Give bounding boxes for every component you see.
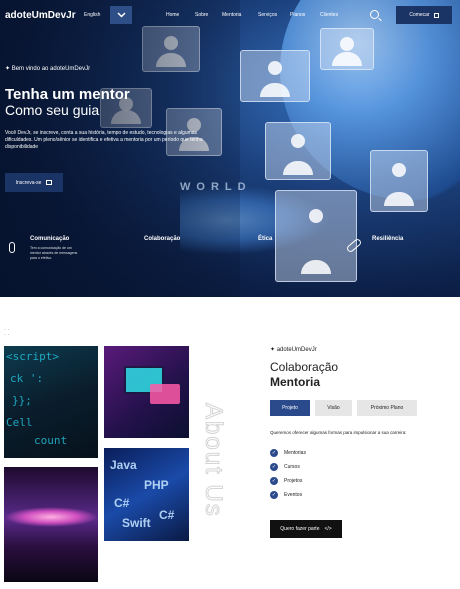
feature-etica: Ética bbox=[258, 236, 272, 242]
feature-title: Ética bbox=[258, 236, 273, 242]
list-item: ✓ Eventos bbox=[270, 491, 303, 499]
languages-image: Java PHP C# Swift C# bbox=[104, 448, 189, 541]
profile-card bbox=[320, 28, 374, 70]
feature-title: Comunicação bbox=[30, 236, 70, 242]
laptop-image bbox=[104, 346, 189, 438]
nav-link-planos[interactable]: Planos bbox=[290, 12, 305, 18]
check-icon: ✓ bbox=[270, 463, 278, 471]
enter-icon bbox=[433, 12, 439, 18]
profile-card bbox=[275, 190, 357, 282]
nav-link-sobre[interactable]: Sobre bbox=[195, 12, 208, 18]
monitor-icon bbox=[46, 180, 53, 185]
world-background-text: WORLD bbox=[180, 181, 252, 193]
code-image: <script> ck ': }}; Cell count bbox=[4, 346, 98, 458]
event-image bbox=[4, 467, 98, 582]
about-brand: ✦ adoteUmDevJr bbox=[270, 347, 317, 353]
feature-title: Colaboração bbox=[144, 236, 181, 242]
hero-subtitle: Como seu guia bbox=[5, 102, 100, 118]
list-item: ✓ Projetos bbox=[270, 477, 303, 485]
join-button-label: Quero fazer parte bbox=[280, 526, 320, 532]
hero-title: Tenha um mentor bbox=[5, 86, 130, 103]
signup-button-label: Inscreva-se bbox=[15, 179, 42, 186]
language-selector[interactable]: English bbox=[84, 12, 100, 18]
menu-toggle-button[interactable] bbox=[110, 6, 132, 24]
profile-card bbox=[265, 122, 331, 180]
code-icon: </> bbox=[324, 526, 332, 532]
hero-description: Você DevJr, se inscreve, conta a sua his… bbox=[5, 130, 203, 150]
feature-comunicacao: Comunicação Tem a comunicação de um ment… bbox=[30, 236, 80, 261]
tab-visao[interactable]: Visão bbox=[315, 400, 352, 416]
login-button-label: Comecar bbox=[409, 12, 430, 18]
feature-title: Resiliência bbox=[372, 236, 404, 242]
feature-desc: Tem a comunicação de um mentor através d… bbox=[30, 246, 78, 260]
about-intro: Queremos oferecer algumas formas para im… bbox=[270, 430, 407, 435]
profile-card bbox=[240, 50, 310, 102]
feature-resiliencia: Resiliência bbox=[372, 236, 403, 242]
nav-link-servicos[interactable]: Serviços bbox=[258, 12, 277, 18]
nav-link-clientes[interactable]: Clientes bbox=[320, 12, 338, 18]
logo[interactable]: adoteUmDevJr bbox=[5, 10, 76, 21]
search-icon[interactable] bbox=[370, 10, 379, 19]
feature-colaboracao: Colaboração bbox=[144, 236, 180, 242]
chevron-down-icon bbox=[116, 12, 126, 18]
check-icon: ✓ bbox=[270, 449, 278, 457]
list-item: ✓ Mentorias bbox=[270, 449, 306, 457]
decorative-dots: · · · · bbox=[4, 327, 10, 338]
hero-section: WORLD adoteUmDevJr English Home Sobre Me… bbox=[0, 0, 460, 297]
profile-card bbox=[370, 150, 428, 212]
microphone-icon bbox=[9, 242, 15, 253]
signup-button[interactable]: Inscreva-se bbox=[5, 173, 63, 192]
join-button[interactable]: Quero fazer parte </> bbox=[270, 520, 342, 538]
nav-link-mentoria[interactable]: Mentoria bbox=[222, 12, 241, 18]
about-us-vertical: About Us bbox=[200, 402, 228, 518]
welcome-text: ✦ Bem vindo ao adoteUmDevJr bbox=[5, 66, 91, 72]
navbar: adoteUmDevJr English Home Sobre Mentoria… bbox=[0, 0, 460, 30]
nav-link-home[interactable]: Home bbox=[166, 12, 179, 18]
about-title: Colaboração bbox=[270, 360, 339, 374]
check-icon: ✓ bbox=[270, 491, 278, 499]
about-subtitle: Mentoria bbox=[270, 375, 321, 389]
check-icon: ✓ bbox=[270, 477, 278, 485]
login-button[interactable]: Comecar bbox=[396, 6, 452, 24]
list-item: ✓ Cursos bbox=[270, 463, 300, 471]
tab-proximo-plano[interactable]: Próximo Plano bbox=[357, 400, 417, 416]
tab-projeto[interactable]: Projeto bbox=[270, 400, 310, 416]
